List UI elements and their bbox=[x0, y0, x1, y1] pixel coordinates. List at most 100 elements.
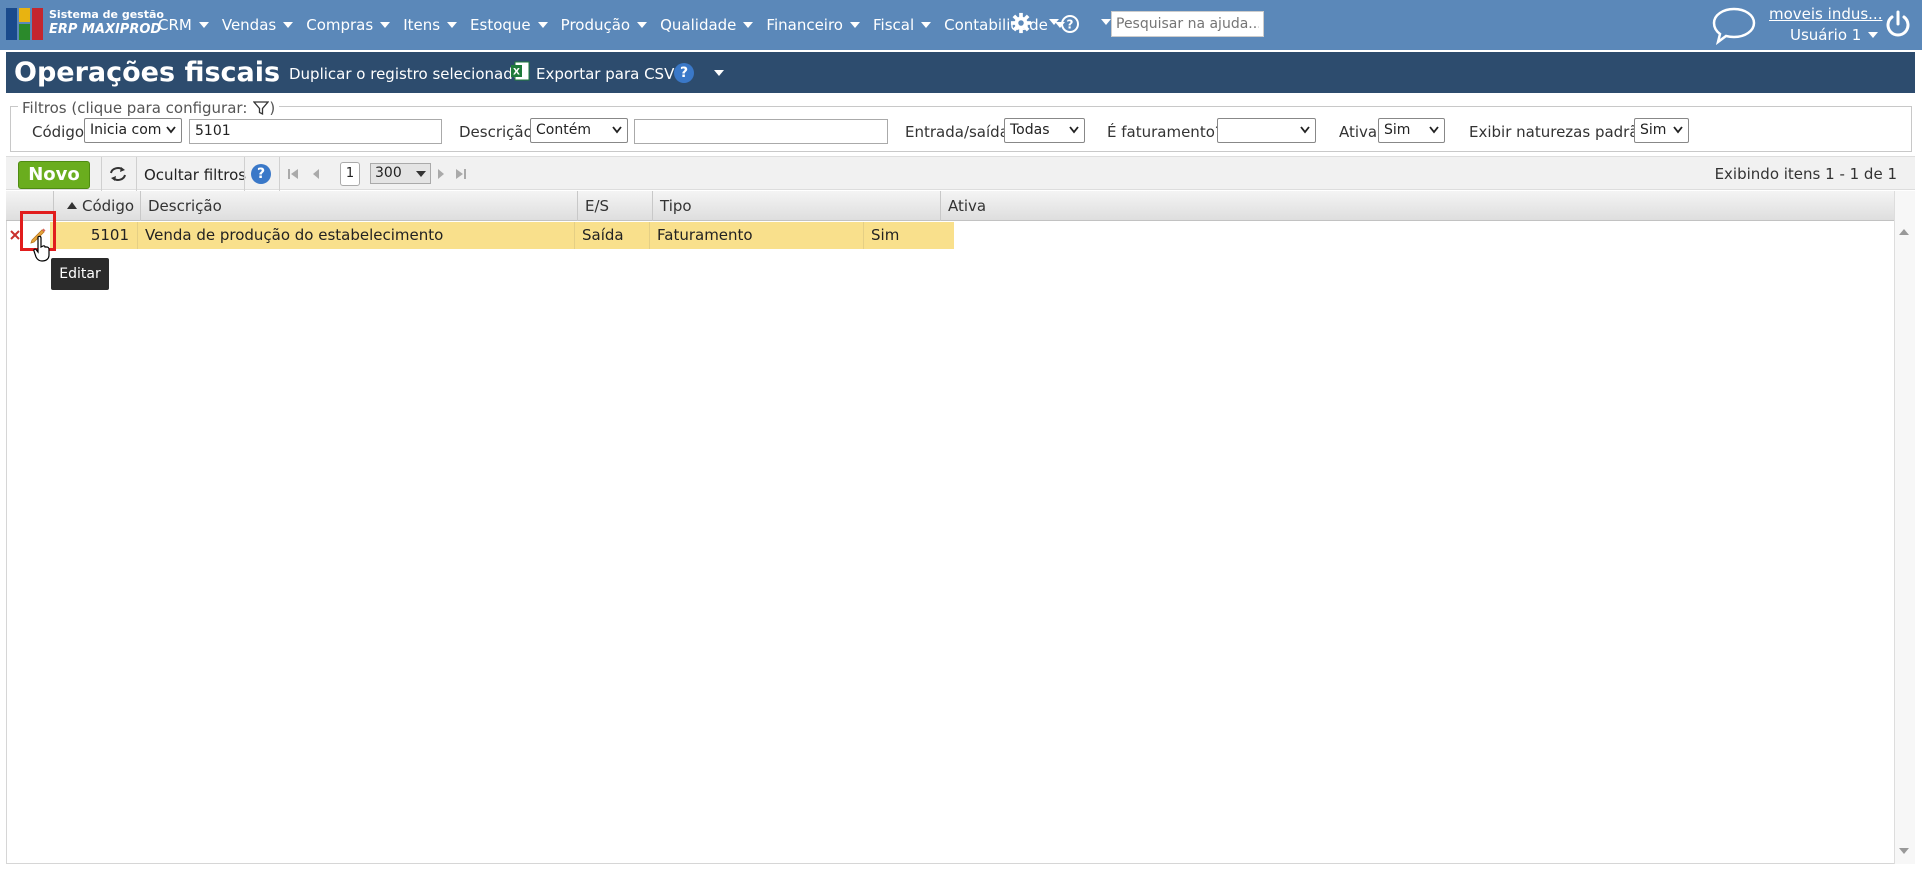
menu-itens[interactable]: Itens bbox=[403, 14, 458, 36]
codigo-label: Código bbox=[32, 123, 85, 141]
next-page-icon[interactable] bbox=[436, 168, 446, 180]
chevron-down-icon[interactable] bbox=[1101, 19, 1111, 25]
logo-icon bbox=[6, 8, 43, 40]
column-label: Código bbox=[82, 197, 135, 215]
excel-icon[interactable]: X bbox=[510, 61, 530, 81]
chevron-down-icon[interactable] bbox=[714, 70, 724, 76]
column-header-descricao[interactable]: Descrição bbox=[140, 191, 577, 221]
menu-financeiro[interactable]: Financeiro bbox=[766, 14, 860, 36]
menu-label: Compras bbox=[306, 16, 374, 34]
chevron-down-icon bbox=[743, 22, 754, 28]
chevron-down-icon[interactable] bbox=[1049, 19, 1059, 25]
faturamento-select[interactable] bbox=[1217, 118, 1316, 143]
ativa-select[interactable]: Sim bbox=[1378, 118, 1445, 143]
logo-title: ERP MAXIPROD bbox=[49, 22, 162, 37]
chevron-down-icon bbox=[537, 22, 548, 28]
paging-status: Exibindo itens 1 - 1 de 1 bbox=[1714, 165, 1897, 183]
column-header-tipo[interactable]: Tipo bbox=[652, 191, 940, 221]
refresh-icon[interactable] bbox=[107, 165, 129, 183]
menu-fiscal[interactable]: Fiscal bbox=[873, 14, 932, 36]
filters-legend-text: Filtros (clique para configurar: bbox=[22, 99, 248, 117]
column-header-es[interactable]: E/S bbox=[577, 191, 652, 221]
help-icon[interactable]: ? bbox=[674, 63, 694, 83]
chevron-down-icon bbox=[921, 22, 932, 28]
divider bbox=[279, 157, 280, 191]
current-page-input[interactable]: 1 bbox=[340, 162, 360, 186]
top-navigation-bar: Sistema de gestão ERP MAXIPROD CRM Venda… bbox=[0, 0, 1922, 50]
chevron-down-icon bbox=[283, 22, 294, 28]
logo-subtitle: Sistema de gestão bbox=[49, 8, 164, 21]
grid-scrollbar[interactable] bbox=[1894, 191, 1915, 864]
chevron-down-icon bbox=[612, 126, 622, 134]
gear-icon[interactable] bbox=[1010, 12, 1032, 34]
menu-label: Produção bbox=[560, 16, 631, 34]
select-value: 300 bbox=[375, 165, 402, 181]
delete-icon[interactable] bbox=[10, 230, 20, 240]
menu-crm[interactable]: CRM bbox=[158, 14, 209, 36]
chevron-down-icon bbox=[198, 22, 209, 28]
descricao-operator-select[interactable]: Contém bbox=[530, 118, 628, 143]
power-icon[interactable] bbox=[1883, 9, 1913, 39]
scroll-down-icon[interactable] bbox=[1899, 848, 1909, 854]
naturezas-padrao-label: Exibir naturezas padrão bbox=[1469, 123, 1648, 141]
erp-logo[interactable]: Sistema de gestão ERP MAXIPROD bbox=[6, 8, 164, 42]
page-title: Operações fiscais bbox=[14, 57, 281, 88]
descricao-input[interactable] bbox=[634, 119, 888, 144]
edit-tooltip: Editar bbox=[51, 258, 109, 290]
entrada-saida-select[interactable]: Todas bbox=[1004, 118, 1085, 143]
column-header-ativa[interactable]: Ativa bbox=[940, 191, 1894, 221]
help-icon[interactable]: ? bbox=[251, 164, 271, 184]
table-row[interactable]: 5101 Venda de produção do estabeleciment… bbox=[50, 222, 954, 249]
export-csv-button[interactable]: Exportar para CSV bbox=[536, 65, 674, 83]
menu-label: Itens bbox=[403, 16, 441, 34]
duplicate-button[interactable]: Duplicar o registro selecionado bbox=[289, 65, 522, 83]
select-value: Inicia com bbox=[90, 122, 162, 138]
previous-page-icon[interactable] bbox=[311, 168, 321, 180]
naturezas-padrao-select[interactable]: Sim bbox=[1634, 118, 1689, 143]
user-label: Usuário 1 bbox=[1790, 26, 1862, 44]
codigo-input[interactable]: 5101 bbox=[189, 119, 442, 144]
chevron-down-icon bbox=[416, 171, 426, 177]
main-menu: CRM Vendas Compras Itens Estoque Produçã… bbox=[158, 14, 1078, 36]
column-header-codigo[interactable]: Código bbox=[53, 191, 140, 221]
filter-icon[interactable] bbox=[253, 100, 270, 116]
user-menu[interactable]: Usuário 1 bbox=[1790, 26, 1879, 44]
help-search-input[interactable] bbox=[1111, 11, 1264, 37]
select-value: Sim bbox=[1640, 122, 1667, 138]
scroll-up-icon[interactable] bbox=[1899, 229, 1909, 235]
chat-bubble-icon[interactable] bbox=[1710, 5, 1758, 45]
last-page-icon[interactable] bbox=[455, 168, 467, 180]
sort-ascending-icon bbox=[67, 202, 77, 209]
page-size-select[interactable]: 300 bbox=[370, 163, 431, 184]
codigo-operator-select[interactable]: Inicia com bbox=[84, 118, 182, 143]
menu-compras[interactable]: Compras bbox=[306, 14, 391, 36]
chevron-down-icon bbox=[1300, 126, 1310, 134]
menu-vendas[interactable]: Vendas bbox=[221, 14, 294, 36]
menu-qualidade[interactable]: Qualidade bbox=[660, 14, 754, 36]
ativa-label: Ativa bbox=[1339, 123, 1378, 141]
menu-producao[interactable]: Produção bbox=[560, 14, 648, 36]
cell-descricao: Venda de produção do estabelecimento bbox=[137, 222, 574, 249]
svg-text:?: ? bbox=[1067, 18, 1074, 32]
grid-toolbar: Novo Ocultar filtros ? 1 300 Exibindo it… bbox=[6, 156, 1915, 191]
menu-estoque[interactable]: Estoque bbox=[470, 14, 548, 36]
new-button[interactable]: Novo bbox=[18, 161, 90, 189]
menu-label: Contabilidade bbox=[944, 16, 1048, 34]
help-circle-icon[interactable]: ? bbox=[1060, 14, 1080, 34]
company-link[interactable]: moveis indus... bbox=[1769, 5, 1882, 23]
filters-legend[interactable]: Filtros (clique para configurar: ) bbox=[18, 99, 280, 117]
menu-label: Qualidade bbox=[660, 16, 737, 34]
select-value: Sim bbox=[1384, 122, 1411, 138]
faturamento-label: É faturamento? bbox=[1107, 123, 1223, 141]
chevron-down-icon bbox=[1069, 126, 1079, 134]
first-page-icon[interactable] bbox=[287, 168, 299, 180]
descricao-label: Descrição bbox=[459, 123, 533, 141]
chevron-down-icon bbox=[850, 22, 860, 28]
menu-label: Vendas bbox=[221, 16, 277, 34]
cell-ativa: Sim bbox=[863, 222, 954, 249]
hide-filters-button[interactable]: Ocultar filtros bbox=[144, 166, 246, 184]
cell-codigo: 5101 bbox=[90, 226, 129, 244]
menu-label: Financeiro bbox=[766, 16, 843, 34]
divider bbox=[101, 157, 102, 191]
menu-contabilidade[interactable]: Contabilidade bbox=[944, 14, 1065, 36]
